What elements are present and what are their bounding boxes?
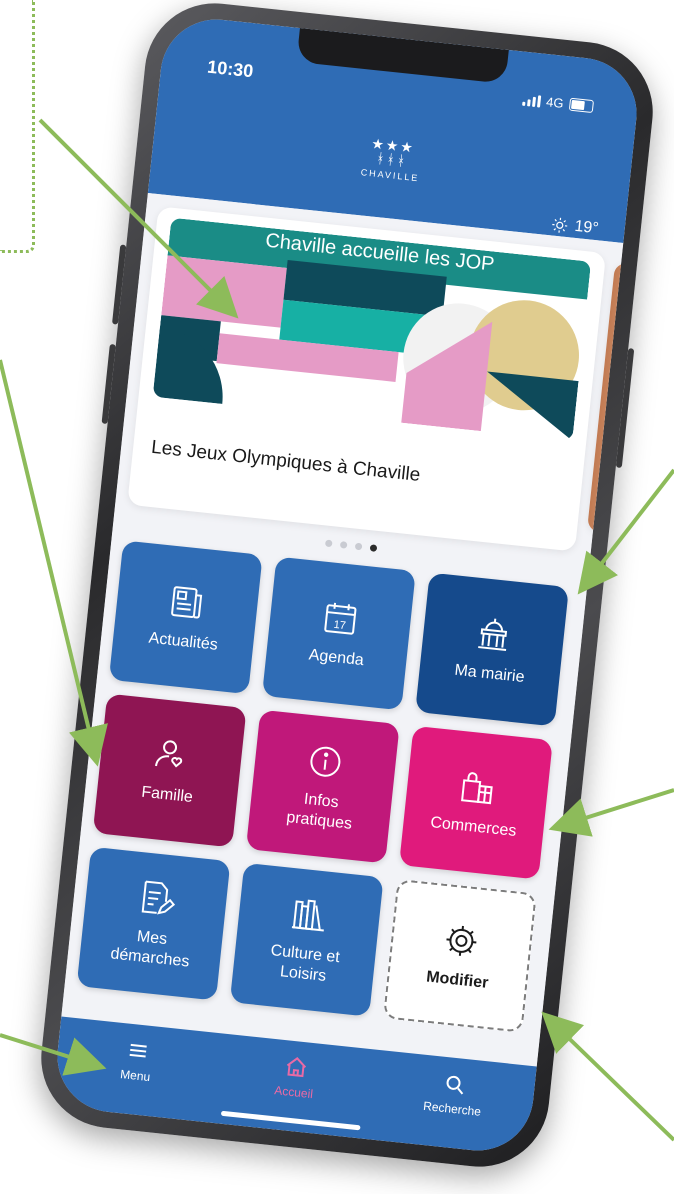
weather-widget[interactable]: 19°	[550, 215, 600, 238]
tile-label: Culture et Loisirs	[269, 942, 341, 985]
nav-menu[interactable]: Menu	[85, 1034, 189, 1088]
tile-label: Modifier	[425, 968, 490, 992]
nav-recherche[interactable]: Recherche	[402, 1067, 506, 1121]
gear-icon	[446, 925, 477, 956]
shortcut-grid: Actualités 17 Agenda Ma mairie Famille I…	[76, 540, 577, 1033]
tile-label: Famille	[140, 783, 194, 806]
status-time: 10:30	[206, 56, 255, 82]
nav-label: Menu	[119, 1067, 151, 1085]
pager-dot[interactable]	[339, 541, 348, 549]
nav-accueil[interactable]: Accueil	[243, 1050, 347, 1104]
town-hall-icon	[478, 618, 508, 651]
status-indicators: 4G	[521, 92, 595, 114]
pager-dot[interactable]	[354, 542, 363, 551]
news-carousel-card[interactable]: Chaville accueille les JOP Les Jeux Olym…	[127, 206, 607, 552]
home-content: Chaville accueille les JOP Les Jeux Olym…	[61, 193, 643, 1067]
nav-label: Accueil	[273, 1083, 314, 1102]
tile-mes-demarches[interactable]: Mes démarches	[76, 846, 231, 1001]
tile-label: Infos pratiques	[285, 790, 353, 833]
hamburger-icon	[129, 1043, 147, 1058]
newspaper-icon	[171, 586, 203, 619]
phone-mockup: 10:30 4G ★★★ ᚼᚼᚼ CHAVILLE 19° Chaville a…	[34, 0, 660, 1174]
tile-agenda[interactable]: 17 Agenda	[261, 556, 416, 711]
annotation-arrow	[541, 1011, 674, 1142]
banner-caption: Les Jeux Olympiques à Chaville	[150, 436, 422, 486]
home-icon	[286, 1057, 307, 1078]
tile-label: Agenda	[308, 646, 365, 670]
tile-label: Actualités	[147, 629, 219, 654]
calendar-icon: 17	[324, 602, 357, 635]
document-edit-icon	[141, 880, 176, 915]
battery-icon	[568, 97, 595, 114]
search-icon	[446, 1075, 464, 1095]
family-icon	[155, 740, 183, 768]
tile-infos-pratiques[interactable]: Infos pratiques	[245, 709, 400, 864]
logo-text: CHAVILLE	[360, 167, 420, 184]
tile-label: Ma mairie	[453, 661, 526, 687]
tile-actualites[interactable]: Actualités	[108, 540, 263, 695]
shops-icon	[461, 772, 493, 805]
tile-label: Commerces	[429, 814, 518, 840]
chaville-logo: ★★★ ᚼᚼᚼ CHAVILLE	[360, 135, 423, 183]
nav-label: Recherche	[422, 1098, 482, 1119]
svg-text:17: 17	[333, 619, 346, 632]
signal-icon	[521, 93, 541, 108]
sun-icon	[552, 217, 568, 233]
info-icon	[310, 746, 341, 777]
tile-commerces[interactable]: Commerces	[399, 725, 553, 880]
tile-culture-loisirs[interactable]: Culture et Loisirs	[229, 862, 384, 1017]
network-label: 4G	[545, 94, 565, 111]
annotation-dotted-bracket	[0, 0, 35, 253]
pager-dot[interactable]	[324, 539, 333, 548]
modify-tiles-button[interactable]: Modifier	[382, 878, 537, 1033]
tile-famille[interactable]: Famille	[92, 693, 247, 848]
library-icon	[291, 899, 324, 932]
pager-dot-active[interactable]	[369, 544, 378, 552]
tile-label: Mes démarches	[109, 928, 191, 971]
tile-ma-mairie[interactable]: Ma mairie	[415, 572, 569, 727]
weather-temp: 19°	[573, 217, 600, 238]
